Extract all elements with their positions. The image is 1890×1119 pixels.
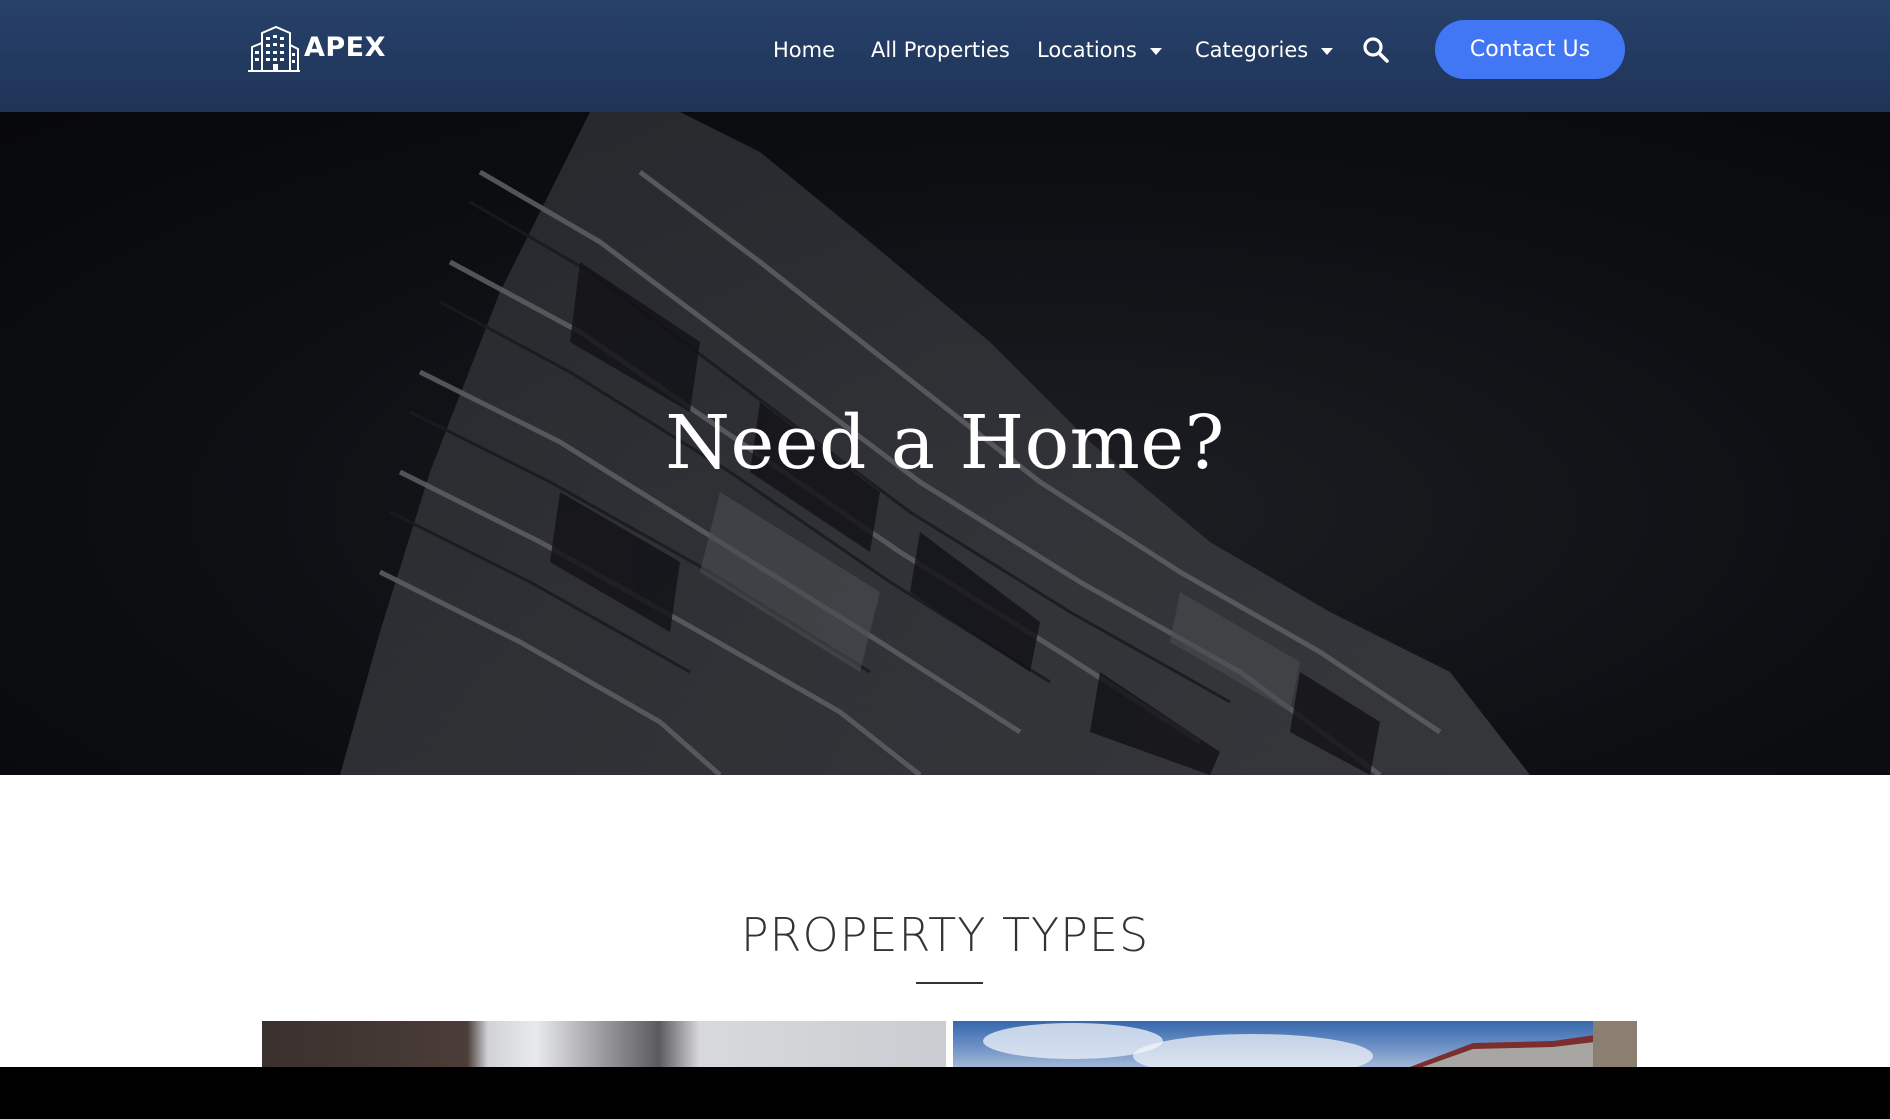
chevron-down-icon: [1321, 47, 1334, 55]
hero-banner: Need a Home?: [0, 112, 1890, 775]
chevron-down-icon: [1149, 47, 1162, 55]
nav-categories-label: Categories: [1195, 38, 1309, 62]
property-types-section: PROPERTY TYPES: [0, 775, 1890, 1067]
hero-title: Need a Home?: [665, 400, 1225, 486]
nav-categories[interactable]: Categories: [1195, 34, 1334, 66]
section-title: PROPERTY TYPES: [740, 908, 1150, 962]
nav-home-label: Home: [773, 38, 836, 62]
title-divider: [916, 982, 983, 984]
nav-locations[interactable]: Locations: [1037, 34, 1162, 66]
nav-locations-label: Locations: [1037, 38, 1137, 62]
property-type-card-house[interactable]: [953, 1021, 1637, 1067]
search-button[interactable]: [1362, 36, 1390, 64]
bottom-bar: [0, 1067, 1890, 1119]
house-roof-image: [983, 1021, 1637, 1067]
nav-all-properties-label: All Properties: [871, 38, 1010, 62]
contact-us-button[interactable]: Contact Us: [1435, 20, 1625, 79]
search-icon: [1363, 37, 1389, 63]
site-header: APEX Home All Properties Locations Categ…: [0, 0, 1890, 112]
nav-home[interactable]: Home: [773, 34, 835, 66]
nav-all-properties[interactable]: All Properties: [871, 34, 1010, 66]
property-type-card-interior[interactable]: [262, 1021, 946, 1067]
